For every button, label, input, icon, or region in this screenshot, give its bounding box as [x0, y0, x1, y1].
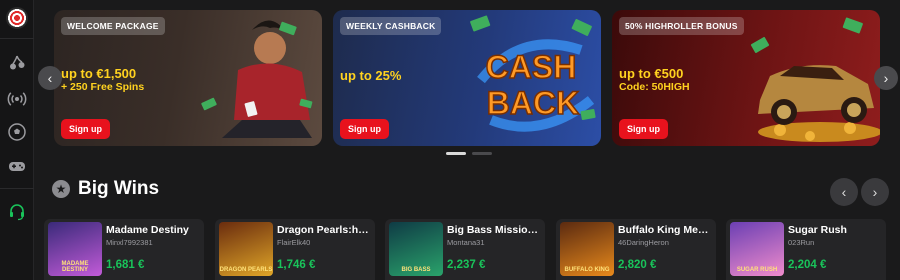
- gamepad-icon[interactable]: [7, 156, 27, 176]
- win-amount: 2,820 €: [618, 259, 657, 271]
- chevron-left-icon: ‹: [841, 184, 847, 200]
- big-win-card[interactable]: BIG BASS Big Bass Mission Fishin' Montan…: [385, 219, 545, 280]
- game-thumbnail: MADAME DESTINY: [48, 222, 102, 276]
- thumbnail-title: MADAME DESTINY: [61, 261, 89, 273]
- big-win-card[interactable]: DRAGON PEARLS Dragon Pearls:hold & win F…: [215, 219, 375, 280]
- big-win-card[interactable]: BUFFALO KING Buffalo King Megaways 46Dar…: [556, 219, 716, 280]
- carousel-dot-active[interactable]: [446, 152, 466, 155]
- signup-button[interactable]: Sign up: [340, 119, 389, 139]
- promo-character-art: [201, 20, 313, 138]
- luxury-car-art: [750, 17, 880, 142]
- winner-username: 46DaringHeron: [618, 238, 669, 247]
- promo-subline: Code: 50HIGH: [619, 81, 690, 93]
- football-icon[interactable]: [7, 122, 27, 142]
- big-win-card[interactable]: SUGAR RUSH Sugar Rush 023Run 2,204 €: [726, 219, 886, 280]
- big-win-card[interactable]: MADAME DESTINY Madame Destiny Minxl79923…: [44, 219, 204, 280]
- game-name: Dragon Pearls:hold & win: [277, 224, 371, 236]
- big-wins-prev-button[interactable]: ‹: [830, 178, 858, 206]
- carousel-prev-button[interactable]: ‹: [38, 66, 62, 90]
- cashback-art: CASH BACK: [470, 15, 596, 132]
- promo-headline: up to €500: [619, 66, 684, 81]
- promo-subline: + 250 Free Spins: [61, 81, 145, 93]
- game-thumbnail: BUFFALO KING: [560, 222, 614, 276]
- chevron-left-icon: ‹: [47, 70, 53, 86]
- big-wins-next-button[interactable]: ›: [861, 178, 889, 206]
- winner-username: 023Run: [788, 238, 815, 247]
- game-name: Sugar Rush: [788, 224, 847, 236]
- signup-button[interactable]: Sign up: [61, 119, 110, 139]
- win-amount: 2,237 €: [447, 259, 486, 271]
- cherries-icon[interactable]: [7, 53, 27, 73]
- promo-tag: WEEKLY CASHBACK: [340, 17, 442, 35]
- thumbnail-title: DRAGON PEARLS: [219, 267, 273, 273]
- promo-tag: 50% HIGHROLLER BONUS: [619, 17, 744, 35]
- promo-banner-welcome[interactable]: WELCOME PACKAGE up to €1,500 + 250 Free …: [54, 10, 322, 146]
- promo-headline: up to €1,500: [61, 66, 137, 81]
- support-headset-icon[interactable]: [7, 202, 27, 222]
- sidebar-divider: [0, 188, 34, 189]
- winner-username: FlairElk40: [277, 238, 311, 247]
- chevron-right-icon: ›: [883, 70, 889, 86]
- section-title: Big Wins: [78, 178, 160, 199]
- cashback-art-word-2: BACK: [487, 85, 579, 121]
- dartboard-logo-icon[interactable]: [6, 7, 28, 29]
- carousel-next-button[interactable]: ›: [874, 66, 898, 90]
- win-amount: 1,746 €: [277, 259, 316, 271]
- promo-headline: up to 25%: [340, 68, 402, 83]
- promo-tag: WELCOME PACKAGE: [61, 17, 165, 35]
- game-name: Buffalo King Megaways: [618, 224, 712, 236]
- win-amount: 2,204 €: [788, 259, 827, 271]
- winner-username: Minxl7992381: [106, 238, 153, 247]
- thumbnail-title: SUGAR RUSH: [736, 267, 778, 273]
- thumbnail-title: BUFFALO KING: [564, 267, 610, 273]
- signup-button[interactable]: Sign up: [619, 119, 668, 139]
- game-thumbnail: SUGAR RUSH: [730, 222, 784, 276]
- win-amount: 1,681 €: [106, 259, 145, 271]
- star-icon: ★: [52, 180, 70, 198]
- game-thumbnail: BIG BASS: [389, 222, 443, 276]
- sidebar-divider: [0, 38, 34, 39]
- big-wins-header: ★ Big Wins: [52, 178, 159, 200]
- winner-username: Montana31: [447, 238, 485, 247]
- chevron-right-icon: ›: [872, 184, 878, 200]
- promo-banner-cashback[interactable]: CASH BACK WEEKLY CASHBACK up to 25% Sign…: [333, 10, 601, 146]
- promo-banner-highroller[interactable]: 50% HIGHROLLER BONUS up to €500 Code: 50…: [612, 10, 880, 146]
- carousel-pagination: [446, 152, 492, 155]
- main-content: WELCOME PACKAGE up to €1,500 + 250 Free …: [34, 0, 900, 280]
- live-broadcast-icon[interactable]: [7, 89, 27, 109]
- game-thumbnail: DRAGON PEARLS: [219, 222, 273, 276]
- carousel-dot[interactable]: [472, 152, 492, 155]
- thumbnail-title: BIG BASS: [401, 267, 431, 273]
- game-name: Madame Destiny: [106, 224, 189, 236]
- cashback-art-word-1: CASH: [486, 49, 577, 85]
- game-name: Big Bass Mission Fishin': [447, 224, 541, 236]
- sidebar: [0, 0, 34, 280]
